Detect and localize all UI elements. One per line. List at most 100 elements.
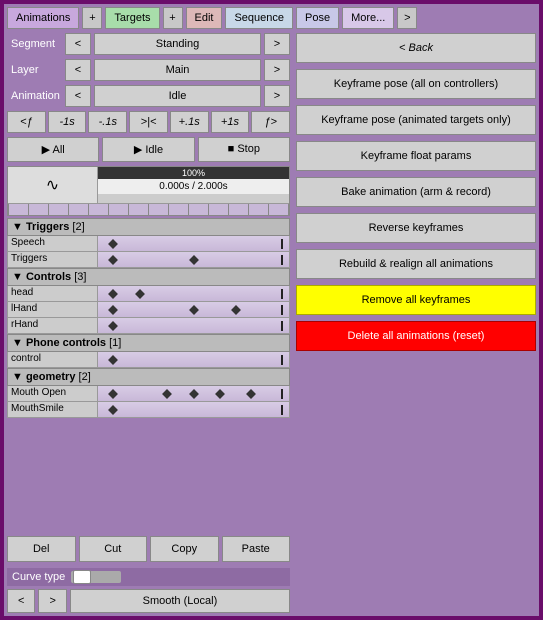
- keyframe-icon[interactable]: [108, 289, 118, 299]
- keyframe-icon[interactable]: [231, 305, 241, 315]
- tab-sequence[interactable]: Sequence: [225, 7, 293, 29]
- layer-next-button[interactable]: >: [264, 59, 290, 81]
- track-end-icon: [281, 321, 283, 331]
- timeline: ∿ 100% 0.000s / 2.000s: [7, 166, 290, 216]
- track-lane[interactable]: [98, 236, 289, 251]
- keyframe-icon[interactable]: [135, 289, 145, 299]
- keyframe-icon[interactable]: [162, 389, 172, 399]
- time-reset-button[interactable]: >|<: [129, 111, 168, 133]
- tab-edit[interactable]: Edit: [186, 7, 223, 29]
- tab-animations-plus[interactable]: +: [82, 7, 102, 29]
- tab-more[interactable]: More...: [342, 7, 394, 29]
- rebuild-button[interactable]: Rebuild & realign all animations: [296, 249, 536, 279]
- keyframe-icon[interactable]: [215, 389, 225, 399]
- section-header-controls[interactable]: ▼ Controls [3]: [7, 268, 290, 286]
- remove-keyframes-button[interactable]: Remove all keyframes: [296, 285, 536, 315]
- track-row[interactable]: lHand: [7, 302, 290, 318]
- section-header-triggers[interactable]: ▼ Triggers [2]: [7, 218, 290, 236]
- curve-name-button[interactable]: Smooth (Local): [70, 589, 290, 613]
- animation-value-button[interactable]: Idle: [94, 85, 261, 107]
- frame-back-button[interactable]: <ƒ: [7, 111, 46, 133]
- back-01s-button[interactable]: -.1s: [88, 111, 127, 133]
- back-button[interactable]: < Back: [296, 33, 536, 63]
- track-end-icon: [281, 289, 283, 299]
- track-lane[interactable]: [98, 318, 289, 333]
- track-lane[interactable]: [98, 286, 289, 301]
- tab-animations[interactable]: Animations: [7, 7, 79, 29]
- track-lane[interactable]: [98, 386, 289, 401]
- layer-label: Layer: [7, 64, 62, 76]
- track-row[interactable]: control: [7, 352, 290, 368]
- copy-button[interactable]: Copy: [150, 536, 219, 562]
- track-end-icon: [281, 255, 283, 265]
- keyframe-icon[interactable]: [189, 389, 199, 399]
- keyframe-icon[interactable]: [189, 255, 199, 265]
- stop-button[interactable]: ■ Stop: [198, 137, 290, 162]
- keyframe-icon[interactable]: [108, 305, 118, 315]
- timeline-percent: 100%: [98, 167, 289, 179]
- keyframe-icon[interactable]: [108, 389, 118, 399]
- keyframe-float-button[interactable]: Keyframe float params: [296, 141, 536, 171]
- track-row[interactable]: Mouth Open: [7, 386, 290, 402]
- track-row[interactable]: rHand: [7, 318, 290, 334]
- paste-button[interactable]: Paste: [222, 536, 291, 562]
- timeline-time: 0.000s / 2.000s: [98, 179, 289, 194]
- tab-pose[interactable]: Pose: [296, 7, 339, 29]
- segment-next-button[interactable]: >: [264, 33, 290, 55]
- section-header-geometry[interactable]: ▼ geometry [2]: [7, 368, 290, 386]
- track-end-icon: [281, 355, 283, 365]
- track-label: rHand: [8, 318, 98, 333]
- curve-next-button[interactable]: >: [38, 589, 66, 613]
- keyframe-animated-button[interactable]: Keyframe pose (animated targets only): [296, 105, 536, 135]
- track-row[interactable]: Speech: [7, 236, 290, 252]
- keyframe-icon[interactable]: [108, 355, 118, 365]
- curve-prev-button[interactable]: <: [7, 589, 35, 613]
- keyframe-icon[interactable]: [108, 239, 118, 249]
- section-header-phone[interactable]: ▼ Phone controls [1]: [7, 334, 290, 352]
- keyframe-icon[interactable]: [246, 389, 256, 399]
- cut-button[interactable]: Cut: [79, 536, 148, 562]
- del-button[interactable]: Del: [7, 536, 76, 562]
- track-end-icon: [281, 239, 283, 249]
- play-idle-button[interactable]: ▶ Idle: [102, 137, 194, 162]
- tab-targets-plus[interactable]: +: [163, 7, 183, 29]
- track-lane[interactable]: [98, 352, 289, 367]
- animation-next-button[interactable]: >: [264, 85, 290, 107]
- track-label: Mouth Open: [8, 386, 98, 401]
- keyframe-all-button[interactable]: Keyframe pose (all on controllers): [296, 69, 536, 99]
- segment-label: Segment: [7, 38, 62, 50]
- track-label: head: [8, 286, 98, 301]
- fwd-01s-button[interactable]: +.1s: [170, 111, 209, 133]
- back-1s-button[interactable]: -1s: [48, 111, 87, 133]
- layer-prev-button[interactable]: <: [65, 59, 91, 81]
- delete-animations-button[interactable]: Delete all animations (reset): [296, 321, 536, 351]
- keyframe-icon[interactable]: [108, 405, 118, 415]
- frame-fwd-button[interactable]: ƒ>: [251, 111, 290, 133]
- track-lane[interactable]: [98, 302, 289, 317]
- keyframe-icon[interactable]: [108, 321, 118, 331]
- reverse-keyframes-button[interactable]: Reverse keyframes: [296, 213, 536, 243]
- track-end-icon: [281, 305, 283, 315]
- track-lane[interactable]: [98, 252, 289, 267]
- tab-next[interactable]: >: [397, 7, 417, 29]
- track-label: MouthSmile: [8, 402, 98, 417]
- tab-targets[interactable]: Targets: [105, 7, 159, 29]
- segment-prev-button[interactable]: <: [65, 33, 91, 55]
- layer-value-button[interactable]: Main: [94, 59, 261, 81]
- track-label: Speech: [8, 236, 98, 251]
- keyframe-icon[interactable]: [189, 305, 199, 315]
- bake-animation-button[interactable]: Bake animation (arm & record): [296, 177, 536, 207]
- curve-type-label: Curve type: [10, 571, 65, 583]
- track-row[interactable]: head: [7, 286, 290, 302]
- waveform-icon[interactable]: ∿: [8, 167, 98, 203]
- curve-slider[interactable]: [71, 571, 121, 583]
- animation-prev-button[interactable]: <: [65, 85, 91, 107]
- track-row[interactable]: Triggers: [7, 252, 290, 268]
- track-row[interactable]: MouthSmile: [7, 402, 290, 418]
- fwd-1s-button[interactable]: +1s: [211, 111, 250, 133]
- play-all-button[interactable]: ▶ All: [7, 137, 99, 162]
- timeline-ruler[interactable]: [8, 203, 289, 215]
- keyframe-icon[interactable]: [108, 255, 118, 265]
- segment-value-button[interactable]: Standing: [94, 33, 261, 55]
- track-lane[interactable]: [98, 402, 289, 417]
